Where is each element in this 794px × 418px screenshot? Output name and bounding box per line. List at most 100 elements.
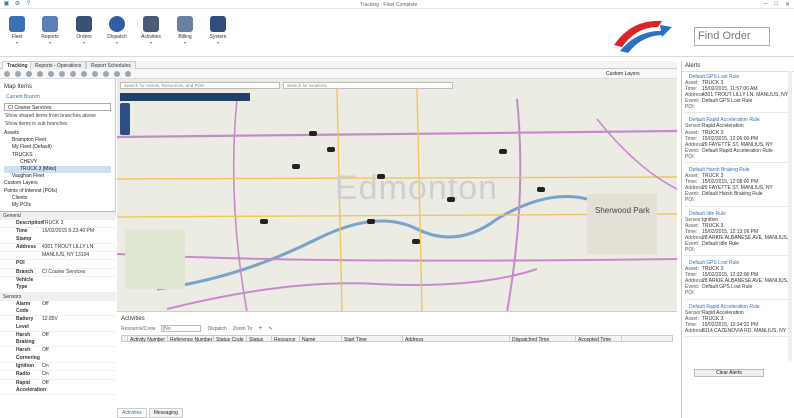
orders-button[interactable]: Orders ▾ (67, 12, 101, 52)
column-status-code[interactable]: Status Code (214, 336, 247, 343)
tab-messaging[interactable]: Messaging (148, 408, 183, 418)
zoom-icon[interactable] (92, 71, 98, 77)
zoom-control[interactable] (120, 103, 130, 135)
print-icon[interactable] (81, 71, 87, 77)
tree-item-clients[interactable]: Clients (4, 195, 111, 202)
vehicle-marker[interactable] (447, 197, 455, 202)
alert-item[interactable]: Default Harsh Braking Rule Asset: TRUCK 3… (685, 167, 791, 207)
vehicle-marker[interactable] (412, 239, 420, 244)
close-icon[interactable]: ✕ (785, 1, 790, 8)
route-icon[interactable] (26, 71, 32, 77)
tab-report-schedules[interactable]: Report Schedules (86, 61, 136, 69)
vehicle-marker[interactable] (260, 219, 268, 224)
clear-alerts-button[interactable]: Clear Alerts (694, 369, 764, 377)
map-view[interactable]: Search for Assets, Resources, and POIs S… (117, 79, 677, 312)
alert-item[interactable]: Default GPS Lost Rule Asset: TRUCK 3 Time… (685, 74, 791, 114)
tab-strip: Tracking Reports - Operations Report Sch… (0, 61, 677, 69)
reports-button[interactable]: Reports ▾ (33, 12, 67, 52)
column-accepted-time[interactable]: Accepted Time (576, 336, 622, 343)
property-value: On (42, 371, 49, 378)
maximize-icon[interactable]: □ (774, 1, 778, 8)
alert-key: POI: (685, 197, 696, 204)
minimize-icon[interactable]: – (764, 1, 767, 8)
tab-tracking[interactable]: Tracking (2, 61, 33, 69)
zoom-to-button[interactable]: Zoom To (233, 326, 252, 332)
app-icon[interactable]: ▣ (3, 1, 10, 8)
dispatch-button[interactable]: Dispatch ▾ (100, 12, 134, 52)
property-row: Harsh Braking Off (0, 332, 116, 348)
resource-crew-select[interactable]: (No (161, 325, 202, 332)
tree-item-my-fleet[interactable]: My Fleet (Default) (4, 144, 111, 151)
tab-activities[interactable]: Activities (117, 408, 147, 418)
alerts-scrollbar[interactable] (788, 71, 792, 361)
geofence-icon[interactable] (48, 71, 54, 77)
tree-item-chevy[interactable]: CHEVY (4, 159, 111, 166)
vehicle-marker[interactable] (537, 187, 545, 192)
column-activity-number[interactable]: Activity Number (128, 336, 168, 343)
custom-layers-button[interactable]: Custom Layers (606, 71, 640, 77)
edit-icon[interactable]: ✎ (268, 326, 272, 332)
layers-icon[interactable] (70, 71, 76, 77)
alert-item[interactable]: Default Rapid Acceleration Rule Sensor: R… (685, 117, 791, 164)
add-icon[interactable]: + (258, 325, 262, 332)
tree-item-pois[interactable]: Points of Interest (POIs) (4, 188, 111, 195)
tree-item-my-pois[interactable]: My POIs (4, 202, 111, 209)
chevron-down-icon: ▾ (149, 40, 152, 45)
show-sub-branches-checkbox[interactable]: Show items in sub branches (0, 120, 115, 128)
property-value: MANLIUS, NY 13104 (42, 252, 90, 259)
tree-item-assets[interactable]: Assets (4, 130, 111, 137)
column-start-time[interactable]: Start Time (342, 336, 403, 343)
tree-item-custom-layers[interactable]: Custom Layers (4, 180, 111, 187)
fleet-button[interactable]: Fleet ▾ (0, 12, 34, 52)
refresh-icon[interactable] (15, 71, 21, 77)
alert-item[interactable]: Default Idle Rule Sensor: Ignition Asset:… (685, 211, 791, 257)
property-value (42, 260, 116, 267)
dispatch-button-small[interactable]: Dispatch (207, 326, 226, 332)
poi-icon[interactable] (114, 71, 120, 77)
help-icon[interactable]: ? (25, 1, 32, 8)
column-address[interactable]: Address (403, 336, 510, 343)
property-value: TRUCK 3 (42, 220, 64, 226)
locate-icon[interactable] (4, 71, 10, 77)
alert-row: POI: (685, 197, 791, 203)
alert-item[interactable]: Default Rapid Acceleration Rule Sensor: R… (685, 304, 791, 337)
column-status[interactable]: Status (247, 336, 272, 343)
vehicle-marker[interactable] (367, 219, 375, 224)
activities-button[interactable]: Activities ▾ (134, 12, 168, 52)
map-type-bar[interactable] (120, 93, 250, 101)
find-order-input[interactable]: Find Order (694, 27, 770, 46)
edit-icon[interactable] (125, 71, 131, 77)
vehicle-marker[interactable] (499, 149, 507, 154)
billing-button[interactable]: Billing ▾ (168, 12, 202, 52)
column-reference-number[interactable]: Reference Number (168, 336, 214, 343)
column-resource[interactable]: Resource (272, 336, 300, 343)
property-row: MANLIUS, NY 13104 (0, 252, 116, 261)
map-items-tree: Assets Brampton Fleet My Fleet (Default)… (0, 128, 115, 211)
column-dispatched-time[interactable]: Dispatched Time (510, 336, 576, 343)
show-shared-checkbox[interactable]: Show shared items from branches above (0, 112, 115, 120)
traffic-icon[interactable] (103, 71, 109, 77)
current-branch-label: Current Branch (6, 94, 40, 100)
vehicle-marker[interactable] (309, 131, 317, 136)
tree-item-brampton-fleet[interactable]: Brampton Fleet (4, 137, 111, 144)
map-location-search[interactable]: Search for locations (283, 82, 453, 89)
system-button[interactable]: System ▾ (201, 12, 235, 52)
tree-item-trucks[interactable]: TRUCKS (4, 152, 111, 159)
vehicle-marker[interactable] (292, 164, 300, 169)
alert-item[interactable]: Default GPS Lost Rule Asset: TRUCK 3 Time… (685, 260, 791, 300)
orders-icon (76, 16, 92, 32)
column-name[interactable]: Name (300, 336, 342, 343)
sensors-category[interactable]: Sensors (0, 292, 116, 301)
measure-icon[interactable] (59, 71, 65, 77)
history-icon[interactable] (37, 71, 43, 77)
branch-select[interactable]: CI Courier Services (4, 103, 111, 111)
vehicle-marker[interactable] (327, 147, 335, 152)
settings-icon[interactable]: ⚙ (14, 1, 21, 8)
tree-item-truck-3[interactable]: TRUCK 3 [Mike] (4, 166, 111, 174)
vehicle-marker[interactable] (377, 174, 385, 179)
tree-item-vaughan-fleet[interactable]: Vaughan Fleet (4, 173, 111, 180)
map-asset-search[interactable]: Search for Assets, Resources, and POIs (120, 82, 280, 89)
tab-reports-operations[interactable]: Reports - Operations (30, 61, 87, 69)
general-category[interactable]: General (0, 212, 116, 220)
toolbar-icons (4, 71, 131, 77)
